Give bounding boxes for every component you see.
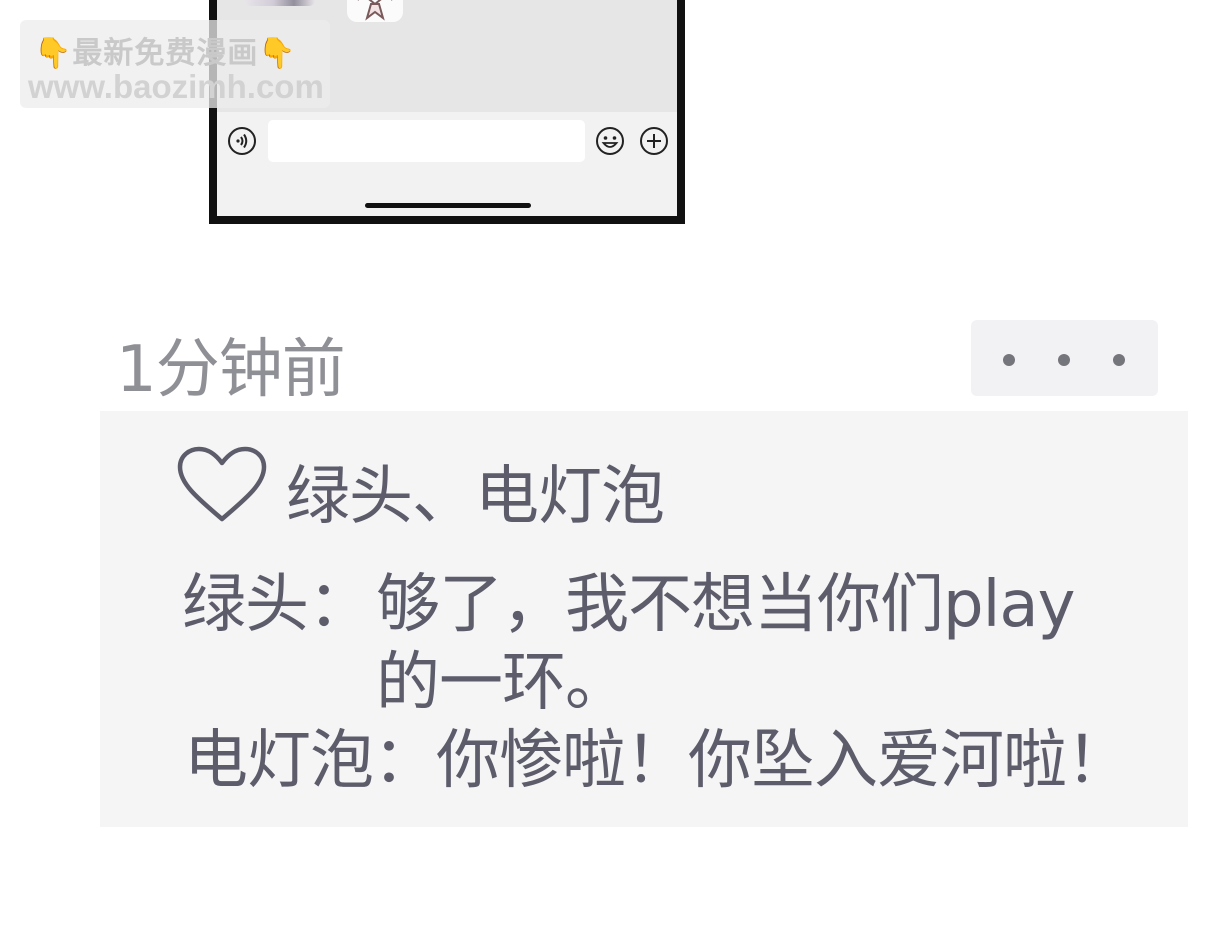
- comment-text: 你惨啦！你坠入爱河啦！: [436, 724, 1130, 798]
- sticker-image[interactable]: [245, 0, 315, 6]
- pointing-down-hand-icon: 👇: [258, 36, 297, 71]
- comment-author[interactable]: 绿头：: [182, 566, 372, 644]
- comment-item[interactable]: 电灯泡：你惨啦！你坠入爱河啦！: [184, 722, 1164, 800]
- dot-icon: [1058, 354, 1070, 366]
- comment-author[interactable]: 电灯泡：: [184, 724, 437, 798]
- home-indicator[interactable]: [365, 203, 531, 208]
- chat-input-bar: [217, 112, 677, 182]
- sticker-image[interactable]: [347, 0, 403, 22]
- dot-icon: [1003, 354, 1015, 366]
- likes-comments-panel: 绿头、电灯泡 绿头： 够了，我不想当你们play的一环。 电灯泡：你惨啦！你坠入…: [100, 411, 1188, 827]
- voice-input-icon[interactable]: [227, 126, 257, 156]
- post-timestamp: 1分钟前: [116, 333, 346, 407]
- watermark: 👇最新免费漫画👇 www.baozimh.com: [20, 20, 330, 108]
- comment-text: 够了，我不想当你们play的一环。: [376, 568, 1076, 720]
- dot-icon: [1113, 354, 1125, 366]
- more-options-button[interactable]: [971, 320, 1158, 396]
- watermark-url: www.baozimh.com: [28, 68, 324, 105]
- plus-icon[interactable]: [639, 126, 669, 156]
- likes-names[interactable]: 绿头、电灯泡: [286, 445, 665, 537]
- watermark-title: 👇最新免费漫画👇: [34, 28, 297, 72]
- pointing-down-hand-icon: 👇: [34, 36, 73, 71]
- emoji-icon[interactable]: [595, 126, 625, 156]
- sticker-bow-icon: [357, 0, 393, 21]
- watermark-title-text: 最新免费漫画: [72, 36, 259, 71]
- message-input[interactable]: [268, 120, 585, 162]
- heart-icon: [177, 446, 267, 522]
